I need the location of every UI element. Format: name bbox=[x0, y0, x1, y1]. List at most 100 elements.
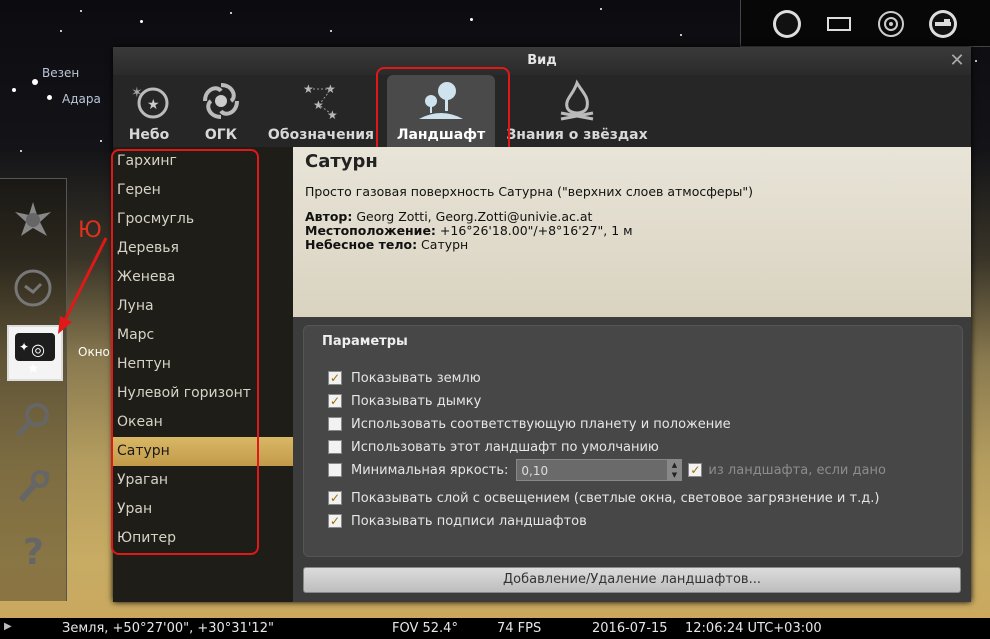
svg-text:★: ★ bbox=[27, 361, 40, 375]
status-fps: 74 FPS bbox=[497, 621, 542, 636]
min-brightness-spinbox[interactable]: 0,10 ▲ ▼ bbox=[516, 459, 683, 481]
location-icon[interactable] bbox=[8, 195, 58, 245]
star bbox=[20, 150, 22, 152]
star bbox=[47, 95, 52, 100]
landscape-text: Просто газовая поверхность Сатурна ("вер… bbox=[305, 184, 754, 199]
show-ground-checkbox[interactable]: ✓ bbox=[328, 371, 342, 385]
svg-text:◎: ◎ bbox=[31, 340, 45, 359]
view-dialog: Вид ✕ ✶ ★ Небо ОГК ★ ★ ★ ★ Обозначения Ландш… bbox=[111, 47, 971, 602]
svg-text:?: ? bbox=[23, 532, 44, 570]
body-label: Небесное тело: bbox=[305, 237, 418, 252]
clock-icon[interactable] bbox=[8, 263, 58, 313]
min-brightness-value: 0,10 bbox=[521, 464, 549, 478]
star bbox=[100, 140, 102, 142]
show-labels-label: Показывать подписи ландшафтов bbox=[351, 513, 587, 529]
show-fog-row[interactable]: ✓ Показывать дымку bbox=[328, 391, 481, 411]
star-label: Адара bbox=[62, 92, 101, 106]
expand-arrow-icon[interactable]: ▶ bbox=[4, 621, 12, 632]
search-icon[interactable] bbox=[8, 395, 58, 445]
tab-bar: ✶ ★ Небо ОГК ★ ★ ★ ★ Обозначения Ландшафт Зн… bbox=[113, 67, 971, 155]
landscape-meta: Автор: Georg Zotti, Georg.Zotti@univie.a… bbox=[305, 210, 633, 252]
help-icon[interactable]: ? bbox=[8, 525, 58, 575]
author-label: Автор: bbox=[305, 209, 353, 224]
show-fog-label: Показывать дымку bbox=[351, 393, 482, 409]
svg-text:★: ★ bbox=[41, 467, 52, 481]
svg-text:★: ★ bbox=[303, 82, 314, 96]
tab-label: Знания о звёздах bbox=[506, 127, 648, 143]
use-default-row[interactable]: Использовать этот ландшафт по умолчанию bbox=[328, 437, 659, 457]
annotation-letter: Ю bbox=[78, 218, 102, 243]
show-labels-row[interactable]: ✓ Показывать подписи ландшафтов bbox=[328, 511, 587, 531]
sky-icon: ✶★ bbox=[131, 85, 169, 119]
planet-icon[interactable] bbox=[771, 8, 803, 40]
status-bar: ▶ Земля, +50°27'00", +30°31'12" FOV 52.4… bbox=[0, 618, 990, 639]
show-ground-row[interactable]: ✓ Показывать землю bbox=[328, 368, 481, 388]
tab-label: Небо bbox=[128, 127, 170, 143]
use-default-checkbox[interactable] bbox=[328, 440, 342, 454]
show-illum-row[interactable]: ✓ Показывать слой с освещением (светлые … bbox=[328, 488, 879, 508]
parameters-group: Параметры ✓ Показывать землю ✓ Показыват… bbox=[303, 325, 963, 557]
show-ground-label: Показывать землю bbox=[351, 370, 481, 386]
use-planet-row[interactable]: Использовать соответствующую планету и п… bbox=[328, 414, 731, 434]
landscape-description: Сатурн Просто газовая поверхность Сатурн… bbox=[293, 147, 971, 317]
landscape-details: Сатурн Просто газовая поверхность Сатурн… bbox=[293, 147, 971, 602]
status-date: 2016-07-15 bbox=[592, 621, 668, 636]
min-brightness-checkbox[interactable] bbox=[328, 463, 342, 477]
parameters-title: Параметры bbox=[322, 334, 408, 349]
star bbox=[975, 60, 977, 62]
star bbox=[330, 30, 332, 32]
use-planet-label: Использовать соответствующую планету и п… bbox=[351, 416, 731, 432]
dialog-title[interactable]: Вид bbox=[113, 47, 971, 75]
show-illum-label: Показывать слой с освещением (светлые ок… bbox=[351, 490, 880, 506]
star bbox=[140, 20, 143, 23]
tab-dso[interactable]: ОГК bbox=[189, 75, 253, 147]
tab-sky[interactable]: ✶ ★ Небо bbox=[119, 75, 179, 147]
markings-icon: ★ ★★★ bbox=[303, 82, 338, 122]
from-landscape-label: из ландшафта, если дано bbox=[708, 462, 886, 478]
star bbox=[470, 18, 473, 21]
star bbox=[32, 79, 38, 85]
dso-icon bbox=[203, 83, 239, 119]
status-fov: FOV 52.4° bbox=[392, 621, 458, 636]
top-toolbar bbox=[740, 0, 990, 47]
star bbox=[680, 34, 682, 36]
svg-text:★: ★ bbox=[147, 97, 160, 113]
location-label: Местоположение: bbox=[305, 223, 436, 238]
use-default-label: Использовать этот ландшафт по умолчанию bbox=[351, 439, 659, 455]
list-highlight-box bbox=[111, 149, 259, 555]
tab-markings[interactable]: ★ ★ ★ ★ Обозначения bbox=[265, 75, 377, 147]
tab-highlight-box bbox=[376, 67, 510, 155]
tooltip-hint: Окно bbox=[78, 345, 110, 359]
telescope-icon[interactable] bbox=[927, 8, 959, 40]
tab-starlore[interactable]: Знания о звёздах bbox=[505, 75, 649, 147]
target-icon[interactable] bbox=[875, 8, 907, 40]
settings-icon[interactable]: ★ bbox=[8, 461, 58, 511]
star bbox=[230, 12, 232, 14]
svg-text:★: ★ bbox=[327, 108, 338, 122]
frame-icon[interactable] bbox=[823, 8, 855, 40]
show-labels-checkbox[interactable]: ✓ bbox=[328, 514, 342, 528]
show-illum-checkbox[interactable]: ✓ bbox=[328, 491, 342, 505]
use-planet-checkbox[interactable] bbox=[328, 417, 342, 431]
tab-label: Обозначения bbox=[267, 127, 375, 143]
close-icon[interactable]: ✕ bbox=[947, 51, 967, 71]
star bbox=[80, 10, 82, 12]
add-remove-landscapes-button[interactable]: Добавление/Удаление ландшафтов... bbox=[303, 567, 961, 593]
location-value: +16°26'18.00"/+8°16'27", 1 м bbox=[435, 223, 633, 238]
min-brightness-label: Минимальная яркость: bbox=[351, 462, 509, 478]
spin-arrows-icon[interactable]: ▲ ▼ bbox=[667, 460, 682, 480]
show-fog-checkbox[interactable]: ✓ bbox=[328, 394, 342, 408]
starlore-icon bbox=[560, 79, 594, 121]
tab-label: ОГК bbox=[204, 127, 238, 143]
from-landscape-checkbox[interactable]: ✓ bbox=[688, 463, 703, 477]
left-toolbar: ✦ ◎ ★ ★ ? bbox=[0, 178, 67, 601]
status-time: 12:06:24 UTC+03:00 bbox=[685, 621, 822, 636]
star bbox=[600, 8, 602, 10]
view-window-icon[interactable]: ✦ ◎ ★ bbox=[7, 325, 63, 381]
author-value: Georg Zotti, Georg.Zotti@univie.ac.at bbox=[352, 209, 593, 224]
min-brightness-row[interactable]: Минимальная яркость: 0,10 ▲ ▼ ✓ из ландша… bbox=[328, 459, 886, 481]
star-label: Везен bbox=[42, 66, 80, 80]
star bbox=[60, 30, 62, 32]
status-location: Земля, +50°27'00", +30°31'12" bbox=[62, 621, 274, 636]
star bbox=[12, 88, 16, 92]
